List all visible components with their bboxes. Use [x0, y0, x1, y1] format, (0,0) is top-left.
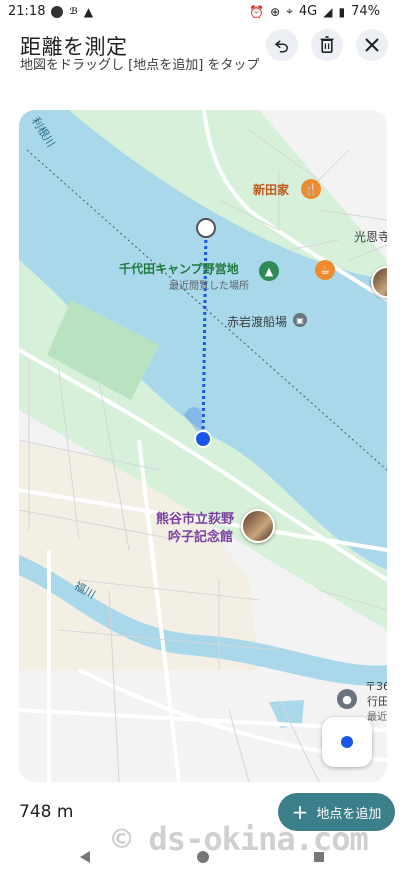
undo-icon: [275, 40, 288, 53]
ferry-pin-icon[interactable]: ▣: [293, 313, 307, 327]
restaurant-pin-icon[interactable]: 🍴: [301, 179, 321, 199]
battery-percent: 74%: [351, 4, 380, 19]
status-time: 21:18: [8, 4, 46, 19]
signal-icon: ◢: [323, 4, 333, 19]
distance-readout: 748 m: [19, 802, 74, 822]
place-label: 光恩寺: [354, 230, 387, 244]
warning-icon: ▲: [83, 4, 94, 19]
plus-icon: +: [291, 800, 309, 824]
campground-label: 千代田キャンプ野営地: [119, 262, 239, 276]
ferry-label: 赤岩渡船場: [227, 315, 288, 329]
nav-back-button[interactable]: [74, 846, 96, 868]
cafe-pin-icon[interactable]: ☕: [315, 260, 335, 280]
sync-icon: ⊕: [270, 4, 281, 19]
tree-pin-icon[interactable]: ▲: [259, 261, 279, 281]
city-label: 行田: [367, 695, 387, 708]
my-location-icon: [341, 736, 353, 748]
close-button[interactable]: [356, 29, 388, 61]
nav-home-button[interactable]: [192, 846, 214, 868]
start-point-marker[interactable]: [196, 218, 216, 238]
notification-icon: [51, 5, 64, 18]
home-icon: [197, 851, 209, 863]
recents-icon: [314, 852, 324, 862]
memorial-label-line1: 熊谷市立荻野: [156, 512, 235, 527]
memorial-label: 熊谷市立荻野 吟子記念館: [156, 511, 234, 547]
nav-recents-button[interactable]: [308, 846, 330, 868]
battery-icon: ▮: [338, 4, 346, 19]
memorial-label-line2: 吟子記念館: [168, 530, 234, 545]
page-subtitle: 地図をドラッグし [地点を追加] をタップ: [20, 58, 260, 73]
map-view[interactable]: 利根川 福川 新田家 🍴 光恩寺 千代田キャンプ野営地 最近閲覧した場所 ▲ ☕…: [19, 110, 387, 782]
location-pin-icon[interactable]: ●: [337, 689, 357, 709]
undo-button[interactable]: [266, 29, 298, 61]
location-icon: ⌖: [286, 4, 293, 18]
my-location-button[interactable]: [322, 717, 372, 767]
campground-sublabel: 最近閲覧した場所: [169, 281, 249, 292]
map-canvas[interactable]: [19, 110, 387, 782]
network-type: 4G: [298, 4, 318, 19]
status-bar: 21:18 ℬ ▲ ⏰ ⊕ ⌖ 4G ◢ ▮ 74%: [0, 0, 406, 24]
current-location-marker: [194, 430, 212, 448]
trash-icon: [320, 36, 334, 53]
restaurant-label: 新田家: [253, 183, 290, 197]
recent-label: 最近: [367, 712, 387, 723]
back-icon: [80, 851, 90, 863]
status-indicator: ℬ: [69, 6, 78, 17]
close-icon: [365, 38, 379, 52]
postal-label: 〒36: [365, 680, 387, 693]
add-point-label: 地点を追加: [316, 806, 382, 822]
alarm-icon: ⏰: [249, 4, 265, 19]
delete-button[interactable]: [311, 29, 343, 61]
memorial-photo-icon[interactable]: [241, 509, 275, 543]
